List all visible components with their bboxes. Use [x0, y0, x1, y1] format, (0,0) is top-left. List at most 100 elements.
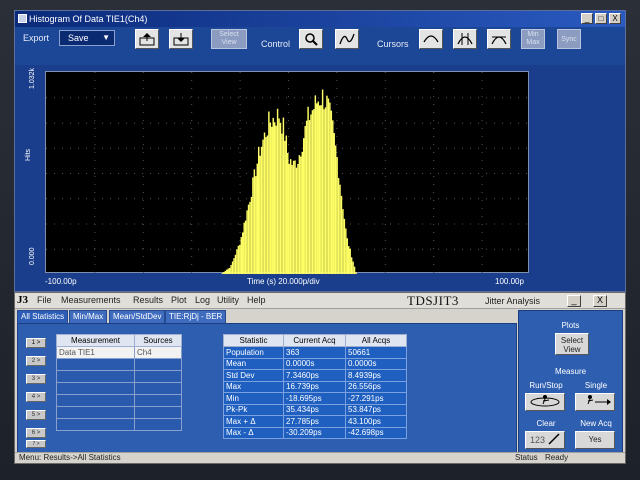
grid-dot [239, 184, 241, 185]
close-button[interactable]: X [609, 13, 621, 24]
row-button-6[interactable]: 6 > [26, 428, 46, 438]
grid-dot [510, 248, 511, 250]
histogram-bin [236, 249, 238, 274]
measurement-row[interactable] [56, 358, 182, 371]
measurement-row[interactable]: Data TIE1 Ch4 [56, 346, 182, 359]
select-view-button[interactable]: Select View [211, 29, 247, 49]
run-stop-button[interactable] [525, 393, 565, 411]
row-button-1[interactable]: 1 > [26, 338, 46, 348]
grid-dot [239, 232, 241, 233]
grid-dot [94, 104, 96, 105]
new-acq-yes-button[interactable]: Yes [575, 431, 615, 449]
maximize-button[interactable]: □ [595, 13, 607, 24]
grid-dot [288, 88, 289, 89]
single-label: Single [584, 381, 608, 390]
grid-dot [302, 97, 303, 99]
single-button[interactable] [575, 393, 615, 411]
grid-dot [486, 248, 487, 250]
histogram-bin [308, 120, 311, 274]
row-button-4[interactable]: 4 > [26, 392, 46, 402]
grid-dot [454, 97, 455, 99]
min-max-button[interactable]: Min Max [521, 29, 545, 49]
grid-dot [494, 97, 495, 99]
tab-all-statistics[interactable]: All Statistics [17, 310, 69, 323]
plots-select-view-button[interactable]: Select View [555, 333, 589, 355]
cursor-hbar-button[interactable] [487, 29, 511, 49]
row-button-3[interactable]: 3 > [26, 374, 46, 384]
histogram-bin [350, 257, 353, 274]
grid-dot [384, 144, 386, 145]
grid-dot [384, 176, 386, 177]
histogram-bin [224, 270, 227, 274]
clear-button[interactable]: 123 [525, 431, 565, 449]
tab-min-max[interactable]: Min/Max [69, 310, 108, 323]
histogram-bin [342, 209, 344, 274]
grid-dot [502, 122, 503, 124]
grid-dot [142, 223, 143, 225]
grid-dot [158, 248, 159, 250]
grid-dot [286, 122, 287, 124]
grid-dot [481, 144, 483, 145]
histogram-bin [256, 163, 258, 274]
measurement-row[interactable] [56, 406, 182, 419]
menu-plot[interactable]: Plot [171, 295, 187, 305]
grid-dot [174, 122, 175, 124]
minimize-button[interactable]: _ [567, 295, 581, 307]
close-button[interactable]: X [593, 295, 607, 307]
grid-dot [239, 192, 241, 193]
measurement-row[interactable] [56, 418, 182, 431]
grid-dot [198, 147, 199, 149]
grid-dot [142, 264, 144, 265]
grid-dot [384, 256, 386, 257]
y-axis-label: Hits [25, 148, 32, 161]
measurement-table: Measurement Sources Data TIE1 Ch4 [56, 334, 182, 431]
export-down-button[interactable] [169, 29, 193, 49]
row-button-7[interactable]: 7 > [26, 440, 46, 448]
grid-dot [191, 192, 193, 193]
grid-dot [70, 173, 71, 174]
histogram-title-bar[interactable]: Histogram Of Data TIE1(Ch4) _ □ X [15, 11, 625, 27]
tab-tie-rjdj-ber[interactable]: TIE:RjDj - BER [165, 310, 227, 323]
menu-file[interactable]: File [37, 295, 52, 305]
menu-log[interactable]: Log [195, 295, 210, 305]
histogram-bin [297, 164, 299, 274]
minimize-button[interactable]: _ [581, 13, 593, 24]
measurement-cell [56, 370, 135, 383]
export-up-button[interactable] [135, 29, 159, 49]
grid-dot [166, 198, 167, 200]
waveform-button[interactable] [335, 29, 359, 49]
cursor-wave-button[interactable] [419, 29, 443, 49]
cursor-vbar-button[interactable] [453, 29, 477, 49]
grid-dot [191, 160, 193, 161]
grid-dot [510, 198, 511, 200]
row-button-5[interactable]: 5 > [26, 410, 46, 420]
zoom-button[interactable] [299, 29, 323, 49]
histogram-bin [266, 135, 269, 274]
grid-dot [126, 173, 127, 174]
measurement-row[interactable] [56, 394, 182, 407]
measurement-row[interactable] [56, 382, 182, 395]
grid-dot [481, 104, 483, 105]
grid-dot [422, 248, 423, 250]
grid-dot [134, 173, 135, 174]
grid-dot [494, 223, 495, 225]
grid-dot [336, 112, 338, 113]
tab-mean-stddev[interactable]: Mean/StdDev [109, 310, 166, 323]
menu-measurements[interactable]: Measurements [61, 295, 121, 305]
row-button-2[interactable]: 2 > [26, 356, 46, 366]
grid-dot [446, 122, 447, 124]
menu-utility[interactable]: Utility [217, 295, 239, 305]
grid-dot [191, 96, 193, 97]
sync-button[interactable]: Sync [557, 29, 581, 49]
grid-dot [62, 122, 63, 124]
menu-results[interactable]: Results [133, 295, 163, 305]
grid-dot [110, 97, 111, 99]
grid-dot [174, 198, 175, 200]
grid-dot [142, 152, 144, 153]
measurement-row[interactable] [56, 370, 182, 383]
export-select[interactable]: Save ▼ [59, 30, 115, 46]
menu-help[interactable]: Help [247, 295, 266, 305]
statistic-row: Max 16.739ps 26.556ps [223, 380, 407, 393]
histogram-plot[interactable] [45, 71, 529, 274]
x-tick-left: -100.00p [45, 277, 77, 286]
